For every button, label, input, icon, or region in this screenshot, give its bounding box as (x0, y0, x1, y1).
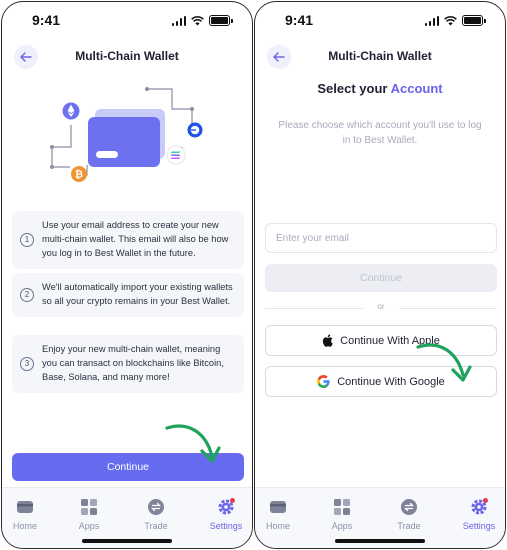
bitcoin-icon: ₿ (71, 166, 87, 182)
bottom-tab-bar: Home Apps Trade Settings (255, 487, 505, 548)
swap-icon (148, 499, 164, 515)
battery-icon (462, 15, 486, 26)
apple-icon (323, 334, 333, 347)
tab-label: Apps (331, 521, 353, 531)
subtitle: Please choose which account you'll use t… (278, 120, 482, 146)
step-number: 2 (20, 287, 34, 302)
status-icons (171, 15, 233, 26)
step-card-1: 1 Use your email address to create your … (12, 211, 244, 269)
status-icons (424, 15, 486, 26)
phone-screen-select-account: 9:41 Multi-Chain Wallet Select your Acco… (254, 1, 506, 549)
tab-label: Home (12, 521, 37, 531)
tab-trade[interactable]: Trade (131, 498, 181, 531)
tab-label: Trade (144, 521, 168, 531)
pointer-arrow-icon (416, 343, 472, 382)
tab-label: Apps (78, 521, 100, 531)
swap-icon (401, 499, 417, 515)
home-indicator (82, 539, 172, 543)
tab-settings[interactable]: Settings (201, 498, 251, 531)
email-field[interactable] (265, 223, 497, 253)
or-label: or (377, 302, 385, 311)
step-number: 3 (20, 356, 34, 371)
tab-apps[interactable]: Apps (317, 498, 367, 531)
wifi-icon (444, 15, 457, 25)
status-time: 9:41 (32, 12, 61, 28)
tab-label: Trade (397, 521, 421, 531)
step-text: Enjoy your new multi-chain wallet, meani… (42, 344, 224, 382)
step-text: Use your email address to create your ne… (42, 220, 229, 258)
divider-line (399, 308, 497, 309)
bottom-tab-bar: Home Apps Trade Settings (2, 487, 252, 548)
ethereum-icon (62, 102, 80, 120)
continue-button-disabled[interactable]: Continue (265, 264, 497, 292)
grid-icon (334, 499, 350, 515)
step-text: We'll automatically import your existing… (42, 282, 233, 306)
tab-settings[interactable]: Settings (454, 498, 504, 531)
pointer-arrow-icon (165, 424, 221, 463)
svg-text:₿: ₿ (75, 169, 83, 181)
tab-home[interactable]: Home (2, 498, 50, 531)
status-time: 9:41 (285, 12, 314, 28)
gear-icon (471, 498, 488, 515)
tab-apps[interactable]: Apps (64, 498, 114, 531)
google-icon (317, 375, 330, 388)
cellular-signal-icon (424, 15, 439, 26)
home-indicator (335, 539, 425, 543)
phone-screen-multichain-wallet: 9:41 Multi-Chain Wallet ₿ 1 Use your ema… (1, 1, 253, 549)
select-account-heading: Select your Account (255, 81, 505, 96)
solana-icon (166, 145, 186, 165)
grid-icon (81, 499, 97, 515)
tab-label: Home (265, 521, 290, 531)
step-number: 1 (20, 232, 34, 247)
wallet-icon (17, 501, 33, 513)
step-card-3: 3 Enjoy your new multi-chain wallet, mea… (12, 335, 244, 393)
battery-icon (209, 15, 233, 26)
gear-icon (218, 498, 235, 515)
step-card-2: 2 We'll automatically import your existi… (12, 273, 244, 317)
tab-home[interactable]: Home (255, 498, 303, 531)
base-chain-icon (187, 122, 203, 138)
page-title: Multi-Chain Wallet (75, 49, 179, 63)
heading-accent: Account (390, 81, 443, 96)
multichain-wallet-illustration: ₿ (50, 87, 203, 182)
heading-prefix: Select your (317, 81, 388, 96)
tab-label: Settings (462, 521, 496, 531)
or-divider: or (265, 302, 497, 314)
status-bar: 9:41 (255, 12, 505, 30)
status-bar: 9:41 (2, 12, 252, 30)
cellular-signal-icon (171, 15, 186, 26)
tab-label: Settings (209, 521, 243, 531)
wallet-icon (270, 501, 286, 513)
tab-trade[interactable]: Trade (384, 498, 434, 531)
wifi-icon (191, 15, 204, 25)
page-title: Multi-Chain Wallet (328, 49, 432, 63)
